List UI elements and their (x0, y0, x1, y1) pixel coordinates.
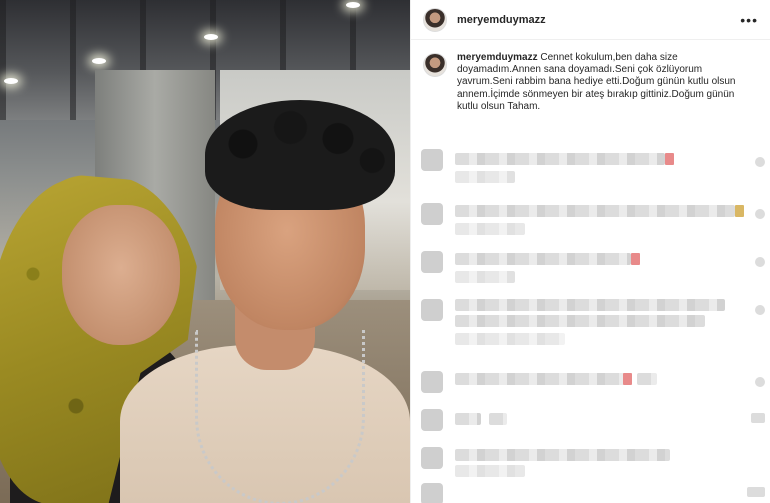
blurred-comment-text (455, 299, 725, 311)
comment-avatar[interactable] (421, 371, 443, 393)
list-item (411, 241, 770, 289)
blurred-emoji (623, 373, 632, 385)
list-item (411, 193, 770, 241)
man-hair (205, 100, 395, 210)
ceiling-light (204, 34, 218, 40)
list-item (411, 361, 770, 409)
comment-avatar[interactable] (421, 299, 443, 321)
blurred-emoji (665, 153, 674, 165)
like-icon[interactable] (747, 487, 765, 497)
more-icon[interactable]: ••• (740, 12, 758, 28)
blurred-emoji (631, 253, 640, 265)
blurred-meta (455, 333, 565, 345)
post-side-panel: meryemduymazz ••• meryemduymazz Cennet k… (410, 0, 770, 503)
caption-avatar[interactable] (423, 53, 447, 77)
blurred-meta (455, 271, 515, 283)
like-icon[interactable] (751, 413, 765, 423)
list-item (411, 437, 770, 481)
caption-username[interactable]: meryemduymazz (457, 52, 538, 63)
blurred-comment-text (455, 153, 665, 165)
necklace (195, 330, 365, 503)
like-icon[interactable] (755, 157, 765, 167)
blurred-comment-text (455, 373, 625, 385)
avatar[interactable] (423, 7, 447, 32)
blurred-meta (455, 223, 525, 235)
comments-list (411, 145, 770, 503)
comment-avatar[interactable] (421, 409, 443, 431)
post-header: meryemduymazz ••• (411, 0, 770, 40)
list-item (411, 289, 770, 361)
caption: meryemduymazz Cennet kokulum,ben daha si… (457, 52, 757, 113)
blurred-meta (455, 465, 525, 477)
comment-avatar[interactable] (421, 447, 443, 469)
ceiling-light (4, 78, 18, 84)
header-username[interactable]: meryemduymazz (457, 14, 546, 26)
post-photo[interactable] (0, 0, 410, 503)
comment-avatar[interactable] (421, 149, 443, 171)
list-item (411, 481, 770, 503)
like-icon[interactable] (755, 257, 765, 267)
blurred-comment-text (455, 315, 705, 327)
comment-avatar[interactable] (421, 483, 443, 503)
like-icon[interactable] (755, 209, 765, 219)
blurred-comment-text (455, 413, 481, 425)
blurred-comment-text (455, 449, 670, 461)
blurred-comment-text (455, 253, 631, 265)
ceiling-light (92, 58, 106, 64)
blurred-comment-text (637, 373, 657, 385)
like-icon[interactable] (755, 377, 765, 387)
blurred-meta (455, 171, 515, 183)
woman-face (62, 205, 180, 345)
blurred-comment-text (489, 413, 507, 425)
list-item (411, 409, 770, 437)
blurred-emoji (735, 205, 744, 217)
ceiling-light (346, 2, 360, 8)
comment-avatar[interactable] (421, 251, 443, 273)
like-icon[interactable] (755, 305, 765, 315)
list-item (411, 145, 770, 193)
blurred-comment-text (455, 205, 735, 217)
comment-avatar[interactable] (421, 203, 443, 225)
caption-row: meryemduymazz Cennet kokulum,ben daha si… (411, 40, 770, 113)
